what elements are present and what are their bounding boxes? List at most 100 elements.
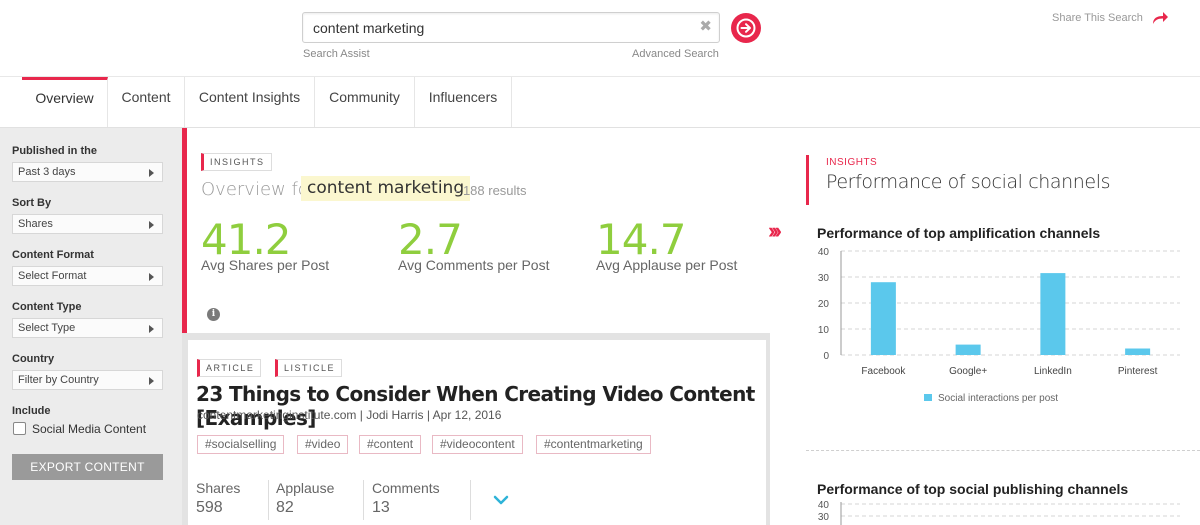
x-tick-label: Facebook — [861, 366, 906, 377]
article-meta: contentmarketinginstitute.com | Jodi Har… — [197, 408, 502, 422]
sort-select[interactable]: Shares — [12, 214, 163, 234]
advanced-search-link[interactable]: Advanced Search — [632, 48, 719, 60]
export-content-button[interactable]: EXPORT CONTENT — [12, 454, 163, 480]
hashtag-link[interactable]: #socialselling — [197, 435, 285, 454]
filter-label-include: Include — [12, 405, 51, 417]
tab-label: Influencers — [428, 89, 498, 105]
arrow-right-circle-icon[interactable] — [731, 13, 761, 43]
tab-content[interactable]: Content — [108, 77, 185, 127]
caret-right-icon — [149, 325, 154, 333]
close-icon[interactable]: ✖ — [699, 19, 712, 35]
country-select-value: Filter by Country — [18, 374, 99, 386]
result-count: - 188 results — [455, 183, 527, 198]
x-tick-label: Pinterest — [1118, 366, 1158, 377]
y-tick-label: 20 — [818, 299, 830, 310]
bar — [870, 282, 896, 355]
tab-label: Overview — [35, 90, 94, 106]
bar — [955, 344, 981, 355]
filter-label-type: Content Type — [12, 301, 82, 313]
caret-right-icon — [149, 221, 154, 229]
y-tick-label: 30 — [818, 512, 830, 523]
tab-influencers[interactable]: Influencers — [415, 77, 512, 127]
publishing-chart-title: Performance of top social publishing cha… — [817, 481, 1129, 497]
article-format-tag: LISTICLE — [275, 359, 343, 377]
checkbox-label: Social Media Content — [32, 422, 147, 436]
sort-select-value: Shares — [18, 218, 53, 230]
tab-label: Content Insights — [198, 89, 301, 105]
social-panel-header: INSIGHTS Performance of social channels — [806, 155, 1200, 205]
legend-label: Social interactions per post — [938, 393, 1058, 404]
stat-divider — [268, 480, 269, 520]
bar — [1040, 273, 1066, 355]
country-select[interactable]: Filter by Country — [12, 370, 163, 390]
checkbox-icon[interactable] — [13, 422, 26, 435]
article-title-link[interactable]: 23 Things to Consider When Creating Vide… — [196, 382, 766, 430]
social-panel-title: Performance of social channels — [826, 171, 1111, 193]
overview-title: Overview for — [201, 179, 317, 200]
double-chevron-right-icon[interactable]: ››› — [768, 218, 782, 244]
x-tick-label: LinkedIn — [1034, 366, 1072, 377]
legend-swatch — [924, 394, 932, 401]
amplification-bar-chart: 0 10 20 30 40 Facebook Google+ LinkedIn Pinteres… — [818, 247, 1180, 404]
y-tick-label: 30 — [818, 273, 830, 284]
main-tabs: Overview Content Content Insights Commun… — [0, 76, 1200, 128]
share-search-link[interactable]: Share This Search — [1052, 12, 1143, 24]
avg-comments-label: Avg Comments per Post — [398, 257, 550, 273]
hashtag-link[interactable]: #contentmarketing — [536, 435, 651, 454]
applause-stat-label: Applause — [276, 480, 335, 496]
tab-content-insights[interactable]: Content Insights — [185, 77, 315, 127]
tab-label: Community — [329, 89, 400, 105]
format-select[interactable]: Select Format — [12, 266, 163, 286]
search-input[interactable]: content marketing ✖ — [302, 12, 720, 43]
search-query-text: content marketing — [313, 20, 425, 36]
caret-right-icon — [149, 169, 154, 177]
arrow-right-icon — [736, 18, 756, 38]
filter-label-country: Country — [12, 353, 55, 365]
stat-divider — [363, 480, 364, 520]
chevron-down-icon[interactable] — [493, 492, 509, 510]
info-icon[interactable]: i — [207, 308, 220, 321]
caret-right-icon — [149, 377, 154, 385]
hashtag-link[interactable]: #video — [297, 435, 349, 454]
chart-separator — [806, 450, 1200, 451]
tab-overview[interactable]: Overview — [22, 77, 108, 127]
avg-shares-label: Avg Shares per Post — [201, 257, 330, 273]
avg-applause-label: Avg Applause per Post — [596, 257, 738, 273]
tab-label: Content — [121, 89, 171, 105]
y-tick-label: 40 — [818, 500, 830, 511]
social-media-content-checkbox[interactable]: Social Media Content — [13, 422, 146, 436]
shares-stat-value: 598 — [196, 499, 223, 516]
top-search-bar: content marketing ✖ Search Assist Advanc… — [0, 0, 1200, 76]
insights-tag: INSIGHTS — [201, 153, 272, 171]
hashtag-link[interactable]: #content — [359, 435, 422, 454]
article-type-tag: ARTICLE — [197, 359, 262, 377]
y-tick-label: 10 — [818, 325, 830, 336]
search-assist-link[interactable]: Search Assist — [303, 48, 370, 60]
y-tick-label: 40 — [818, 247, 830, 258]
hashtag-link[interactable]: #videocontent — [432, 435, 523, 454]
comments-stat-value: 13 — [372, 499, 390, 516]
shares-stat-label: Shares — [196, 480, 241, 496]
article-card[interactable]: ARTICLE LISTICLE 23 Things to Consider W… — [188, 340, 766, 525]
applause-stat-value: 82 — [276, 499, 294, 516]
x-tick-label: Google+ — [949, 366, 987, 377]
type-select-value: Select Type — [18, 322, 76, 334]
filter-label-format: Content Format — [12, 249, 94, 261]
overview-query-highlight: content marketing — [301, 176, 471, 201]
filter-label-published: Published in the — [12, 145, 97, 157]
format-select-value: Select Format — [18, 270, 87, 282]
publishing-bar-chart: 3040 — [818, 500, 1180, 525]
insights-kicker: INSIGHTS — [826, 157, 878, 168]
share-arrow-icon[interactable] — [1151, 10, 1169, 31]
published-select[interactable]: Past 3 days — [12, 162, 163, 182]
tab-community[interactable]: Community — [315, 77, 415, 127]
type-select[interactable]: Select Type — [12, 318, 163, 338]
filter-label-sort: Sort By — [12, 197, 52, 209]
caret-right-icon — [149, 273, 154, 281]
social-performance-panel: INSIGHTS Performance of social channels … — [806, 155, 1200, 525]
y-tick-label: 0 — [823, 351, 829, 362]
comments-stat-label: Comments — [372, 480, 440, 496]
published-select-value: Past 3 days — [18, 166, 76, 178]
bar — [1125, 348, 1151, 355]
stat-divider — [470, 480, 471, 520]
